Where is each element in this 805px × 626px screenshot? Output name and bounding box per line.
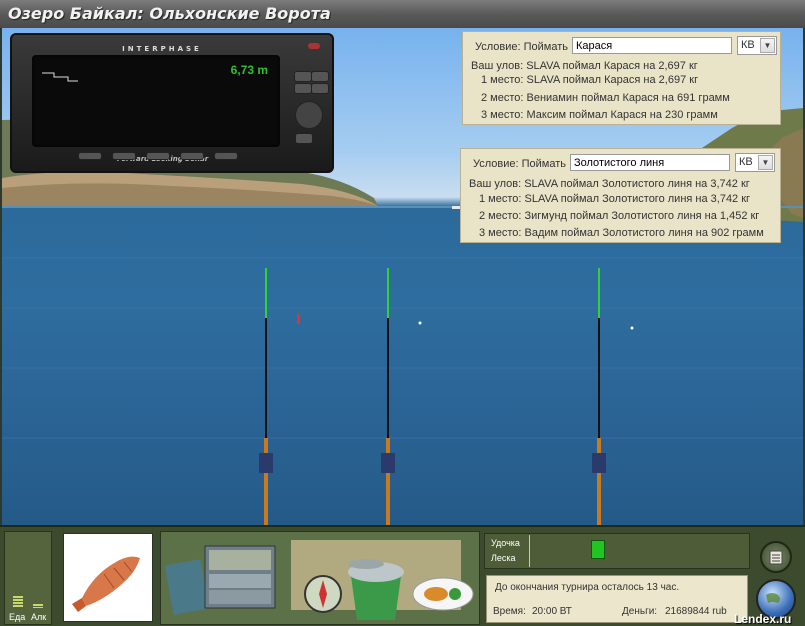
fish-bucket-icon	[348, 559, 404, 620]
place-1: 1 место: SLAVA поймал Золотистого линя н…	[479, 193, 751, 205]
sonar-button[interactable]	[295, 133, 313, 144]
sonar-button[interactable]	[294, 71, 312, 82]
sonar-button[interactable]	[311, 71, 329, 82]
place-2: 2 место: Вениамин поймал Карася на 691 г…	[481, 92, 730, 104]
money-label: Деньги:	[622, 606, 658, 617]
time-label: Время:	[493, 606, 526, 617]
fish-input[interactable]: Карася	[572, 37, 732, 54]
sonar-brand: INTERPHASE	[122, 45, 202, 53]
tension-indicator	[591, 540, 605, 559]
place-1: 1 место: SLAVA поймал Карася на 2,697 кг	[481, 74, 699, 86]
sonar-softkey[interactable]	[180, 152, 204, 160]
unit-value: КВ	[741, 39, 755, 51]
sonar-softkey[interactable]	[112, 152, 136, 160]
sonar-power-button[interactable]	[308, 43, 320, 49]
tournament-status: До окончания турнира осталось 13 час.	[495, 582, 680, 593]
your-catch: Ваш улов: SLAVA поймал Карася на 2,697 к…	[471, 60, 698, 72]
food-plate-icon	[412, 577, 474, 611]
condition-label: Условие: Поймать	[473, 158, 567, 170]
unit-select[interactable]: КВ ▼	[737, 36, 777, 55]
sonar-button[interactable]	[294, 83, 312, 94]
place-2: 2 место: Зигмунд поймал Золотистого линя…	[479, 210, 760, 222]
tackle-box-icon	[204, 545, 276, 609]
lure-icon	[72, 556, 140, 612]
book-icon	[164, 559, 210, 615]
condition-label: Условие: Поймать	[475, 41, 569, 53]
condition-panel-2: Условие: Поймать Золотистого линя КВ ▼ В…	[460, 148, 781, 243]
menu-icon	[769, 550, 783, 565]
inventory-items	[160, 531, 480, 625]
inventory-art	[164, 540, 474, 620]
float-icon	[297, 314, 300, 324]
sonar-softkey[interactable]	[214, 152, 238, 160]
window-title: Озеро Байкал: Ольхонские Ворота	[8, 4, 331, 23]
unit-value: КВ	[739, 156, 753, 168]
time-value: 20:00 ВТ	[532, 606, 572, 617]
chevron-down-icon[interactable]: ▼	[760, 38, 775, 53]
alc-label: Алк	[31, 612, 47, 622]
fish-input[interactable]: Золотистого линя	[570, 154, 730, 171]
sonar-screen: 6,73 m Forward Looking Sonar	[32, 55, 280, 163]
gauge-divider	[529, 535, 530, 567]
place-3: 3 место: Максим поймал Карася на 230 гра…	[481, 109, 718, 121]
fishing-rod-middle[interactable]	[381, 268, 395, 525]
fishing-rod-right[interactable]	[592, 268, 606, 525]
your-catch: Ваш улов: SLAVA поймал Золотистого линя …	[469, 178, 750, 190]
sonar-depth-readout: 6,73 m	[230, 63, 268, 77]
rod-label: Удочка	[491, 538, 520, 548]
fishing-rod-left[interactable]	[259, 268, 273, 525]
sonar-button[interactable]	[311, 83, 329, 94]
sonar-device: INTERPHASE 6,73 m Forward Looking Sonar	[10, 33, 334, 173]
sonar-softkey[interactable]	[78, 152, 102, 160]
money-value: 21689844 rub	[665, 606, 727, 617]
menu-button[interactable]	[760, 541, 792, 573]
compass-icon	[304, 575, 342, 613]
current-bait[interactable]	[63, 533, 153, 622]
title-bar: Озеро Байкал: Ольхонские Ворота	[0, 0, 805, 29]
alc-meter	[33, 604, 43, 608]
unit-select[interactable]: КВ ▼	[735, 153, 775, 172]
food-meter	[13, 596, 23, 608]
watermark: Lendex.ru	[734, 612, 792, 626]
tension-gauge: Удочка Леска	[484, 533, 750, 569]
food-label: Еда	[9, 612, 26, 622]
sonar-dpad[interactable]	[295, 101, 323, 129]
info-panel: До окончания турнира осталось 13 час. Вр…	[486, 575, 748, 623]
game-window: Озеро Байкал: Ольхонские Ворота INTERPHA…	[0, 0, 805, 626]
condition-panel-1: Условие: Поймать Карася КВ ▼ Ваш улов: S…	[462, 31, 781, 125]
sonar-softkey[interactable]	[146, 152, 170, 160]
chevron-down-icon[interactable]: ▼	[758, 155, 773, 170]
status-meters: Еда Алк	[4, 531, 52, 625]
place-3: 3 место: Вадим поймал Золотистого линя н…	[479, 227, 764, 239]
line-label: Леска	[491, 553, 516, 563]
bottom-panel: Еда Алк Удочка Леска До окончания турнир…	[0, 525, 805, 626]
